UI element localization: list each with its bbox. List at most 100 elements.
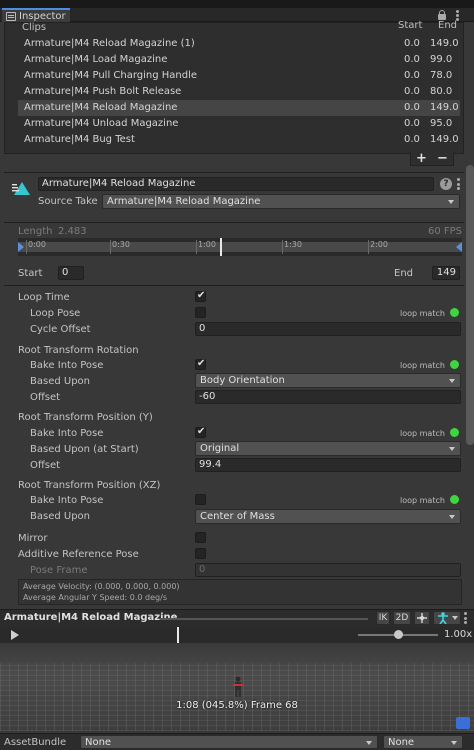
frame-info: 1:08 (045.8%) Frame 68 (176, 700, 298, 711)
loop-time-checkbox[interactable] (195, 290, 206, 302)
timeline-end-marker[interactable] (456, 242, 462, 252)
root-pos-xz-bake-checkbox[interactable] (195, 494, 206, 505)
preview-playhead[interactable] (177, 627, 179, 643)
root-rotation-header: Root Transform Rotation (18, 345, 139, 356)
pose-frame-label: Pose Frame (30, 565, 88, 576)
tick-label: 0:00 (28, 240, 46, 249)
add-clip-button[interactable]: + (416, 151, 427, 166)
end-field[interactable]: 149 (432, 266, 460, 280)
clips-header-label: Clips (22, 22, 47, 33)
play-button[interactable] (11, 630, 19, 640)
loop-match-indicator (450, 308, 459, 317)
root-pos-y-offset-field[interactable]: 99.4 (195, 458, 461, 472)
preview-drag-handle[interactable] (160, 618, 368, 620)
clip-row[interactable]: Armature|M4 Load Magazine 0.0 99.0 (18, 52, 460, 68)
clip-end: 149.0 (430, 134, 459, 145)
tick-line (368, 240, 369, 254)
clip-row[interactable]: Armature|M4 Reload Magazine (1) 0.0 149.0 (18, 36, 460, 52)
start-field[interactable]: 0 (58, 266, 84, 280)
root-pos-y-loop-match: loop match (400, 429, 445, 438)
clip-name: Armature|M4 Bug Test (24, 134, 135, 145)
viewport-sky (0, 643, 474, 663)
mode-2d-button[interactable]: 2D (393, 611, 411, 625)
tick-label: 1:00 (198, 240, 216, 249)
clip-menu-icon[interactable] (457, 178, 460, 190)
clip-name: Armature|M4 Load Magazine (24, 54, 168, 65)
tick-line (196, 240, 197, 254)
divider (4, 285, 464, 286)
character-model (233, 676, 243, 697)
root-rotation-based-dropdown[interactable]: Body Orientation (195, 373, 461, 388)
clip-start: 0.0 (404, 134, 420, 145)
clip-row[interactable]: Armature|M4 Pull Charging Handle 0.0 78.0 (18, 68, 460, 84)
root-pos-y-header: Root Transform Position (Y) (18, 412, 153, 423)
help-icon[interactable]: ? (440, 178, 452, 190)
ik-toggle-button[interactable]: IK (376, 611, 390, 625)
timeline-playhead[interactable] (220, 238, 222, 256)
humanoid-avatar-icon (438, 612, 448, 624)
source-take-label: Source Take (38, 196, 98, 207)
clip-end: 78.0 (430, 70, 453, 81)
speed-slider-knob[interactable] (394, 630, 403, 639)
clip-name: Armature|M4 Unload Magazine (24, 118, 179, 129)
divider (4, 222, 464, 223)
root-rotation-based-label: Based Upon (30, 376, 90, 387)
clip-row[interactable]: Armature|M4 Push Bolt Release 0.0 80.0 (18, 84, 460, 100)
clip-start: 0.0 (404, 86, 420, 97)
tick-label: 2:00 (370, 240, 388, 249)
clips-list: Armature|M4 Reload Magazine (1) 0.0 149.0 … (18, 36, 460, 148)
assetbundle-dropdown[interactable]: None (80, 735, 378, 749)
root-pos-xz-header: Root Transform Position (XZ) (18, 480, 161, 491)
root-rotation-offset-label: Offset (30, 392, 61, 403)
start-label: Start (18, 268, 43, 279)
clip-end: 99.0 (430, 54, 453, 65)
root-rotation-bake-checkbox[interactable] (195, 358, 206, 370)
root-pos-xz-based-dropdown[interactable]: Center of Mass (195, 509, 461, 524)
mirror-checkbox[interactable] (195, 532, 206, 543)
clip-row[interactable]: Armature|M4 Unload Magazine 0.0 95.0 (18, 116, 460, 132)
avatar-selector-button[interactable] (433, 611, 461, 625)
label-tag-icon[interactable] (456, 717, 470, 729)
root-rotation-bake-label: Bake Into Pose (30, 360, 104, 371)
loop-pose-checkbox[interactable] (195, 307, 206, 318)
remove-clip-button[interactable]: − (437, 151, 448, 166)
root-pos-y-bake-label: Bake Into Pose (30, 428, 104, 439)
lock-icon[interactable] (438, 10, 446, 20)
vertical-scrollbar[interactable] (466, 165, 474, 445)
end-label: End (394, 268, 414, 279)
assetbundle-variant-dropdown[interactable]: None (383, 735, 463, 749)
clip-end: 149.0 (430, 102, 459, 113)
assetbundle-label: AssetBundle (4, 737, 67, 748)
chevron-down-icon (452, 616, 458, 620)
inspector-icon (6, 11, 16, 21)
timeline-start-marker[interactable] (18, 242, 24, 252)
root-pos-y-bake-checkbox[interactable] (195, 426, 206, 438)
top-strip (0, 0, 474, 8)
root-rotation-match-indicator (450, 360, 459, 369)
pivot-icon[interactable] (414, 611, 430, 625)
additive-pose-checkbox[interactable] (195, 548, 206, 559)
clip-timeline[interactable]: 0:00 0:30 1:00 1:30 2:00 (18, 238, 462, 256)
cycle-offset-label: Cycle Offset (30, 324, 91, 335)
timeline-range (18, 242, 462, 252)
average-info-box: Average Velocity: (0.000, 0.000, 0.000) … (18, 579, 462, 605)
tick-line (282, 240, 283, 254)
cycle-offset-field[interactable]: 0 (195, 322, 461, 336)
root-pos-xz-bake-label: Bake Into Pose (30, 495, 104, 506)
clip-start: 0.0 (404, 38, 420, 49)
clip-row[interactable]: Armature|M4 Bug Test 0.0 149.0 (18, 132, 460, 148)
tick-label: 0:30 (112, 240, 130, 249)
preview-menu-icon[interactable] (464, 612, 467, 624)
clip-start: 0.0 (404, 118, 420, 129)
length-value: 2.483 (58, 226, 87, 237)
clip-row-selected[interactable]: Armature|M4 Reload Magazine 0.0 149.0 (18, 100, 460, 116)
root-rotation-offset-field[interactable]: -60 (195, 390, 461, 404)
source-take-dropdown[interactable]: Armature|M4 Reload Magazine (102, 194, 460, 209)
animation-clip-icon (12, 182, 30, 195)
clip-add-remove: + − (410, 151, 454, 166)
length-label: Length (18, 226, 53, 237)
pose-frame-field: 0 (195, 563, 461, 577)
clip-name-field[interactable]: Armature|M4 Reload Magazine (38, 177, 434, 191)
root-pos-y-based-dropdown[interactable]: Original (195, 441, 461, 456)
average-velocity-text: Average Velocity: (0.000, 0.000, 0.000) (23, 582, 180, 591)
